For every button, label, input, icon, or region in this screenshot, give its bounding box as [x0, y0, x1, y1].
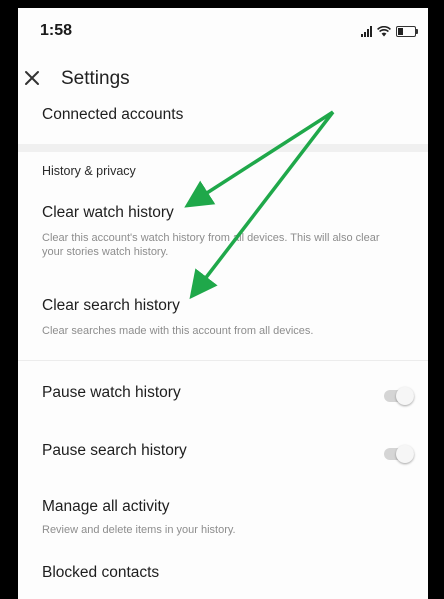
pause-watch-history-label: Pause watch history [42, 384, 181, 401]
status-bar: 1:58 [18, 8, 428, 58]
status-time: 1:58 [40, 22, 73, 39]
status-icons [361, 25, 418, 37]
manage-all-activity-label: Manage all activity [42, 498, 170, 515]
section-header-history-privacy: History & privacy [42, 164, 136, 178]
signal-icon [361, 25, 372, 37]
phone-screen: 1:58 Settings Connected accounts History… [18, 8, 428, 599]
page-title: Settings [61, 68, 130, 89]
clear-watch-history-description: Clear this account's watch history from … [42, 232, 380, 258]
wifi-icon [377, 26, 391, 37]
device-frame: 1:58 Settings Connected accounts History… [0, 0, 444, 599]
blocked-contacts-label: Blocked contacts [42, 564, 160, 581]
battery-level [398, 28, 403, 35]
battery-icon [396, 26, 418, 37]
manage-all-activity-description: Review and delete items in your history. [42, 524, 236, 536]
clear-watch-history-label: Clear watch history [42, 204, 174, 221]
clear-search-history-label: Clear search history [42, 297, 180, 314]
clear-search-history-description: Clear searches made with this account fr… [42, 325, 314, 337]
arrow-to-clear-search-history [189, 110, 335, 300]
toggle-knob [396, 387, 414, 405]
pause-watch-history-toggle[interactable] [384, 387, 414, 405]
section-divider [18, 144, 428, 152]
connected-accounts-label: Connected accounts [42, 106, 184, 123]
arrow-to-clear-watch-history [184, 110, 334, 208]
pause-search-history-toggle[interactable] [384, 445, 414, 463]
pause-search-history-label: Pause search history [42, 442, 187, 459]
close-icon[interactable] [20, 66, 44, 90]
toggle-knob [396, 445, 414, 463]
app-bar: Settings [18, 60, 428, 104]
divider [18, 360, 428, 361]
